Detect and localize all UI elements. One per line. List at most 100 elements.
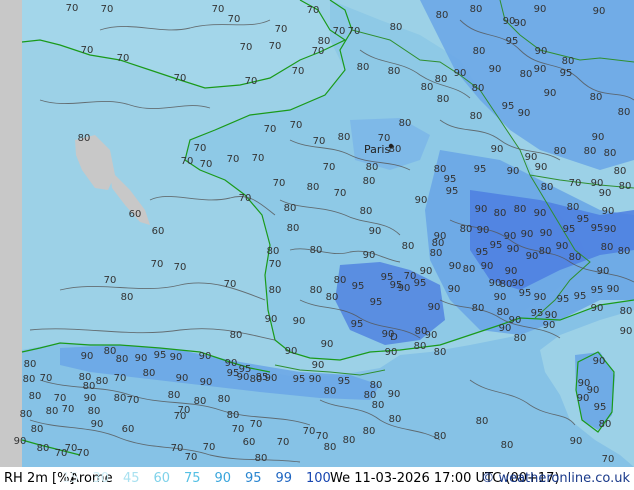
- contour-label: 80: [599, 419, 612, 430]
- contour-label: 90: [526, 251, 539, 262]
- contour-label: 80: [96, 376, 109, 387]
- contour-label: 70: [312, 46, 325, 57]
- contour-label: 80: [334, 275, 347, 286]
- legend-value: 15: [62, 471, 79, 486]
- contour-label: 70: [171, 443, 184, 454]
- legend-value: 90: [214, 471, 232, 486]
- contour-label: 95: [444, 174, 457, 185]
- contour-label: 90: [481, 261, 494, 272]
- contour-label: 70: [185, 452, 198, 463]
- contour-label: 95: [557, 294, 570, 305]
- contour-label: 90: [200, 377, 213, 388]
- credit-link[interactable]: © weatheronline.co.uk: [481, 471, 630, 486]
- contour-label: 90: [475, 204, 488, 215]
- contour-label: 95: [293, 374, 306, 385]
- contour-label: 80: [463, 264, 476, 275]
- humidity-map: 70 70 70 70 70 70 70 70 80 70 70 70 70 70 70 70 70 80 80 80…: [0, 0, 634, 467]
- contour-label: 70: [224, 279, 237, 290]
- contour-label: 90: [593, 6, 606, 17]
- contour-label: 80: [620, 306, 633, 317]
- contour-label: 90: [199, 351, 212, 362]
- contour-label: 80: [20, 409, 33, 420]
- contour-label: 90: [491, 144, 504, 155]
- contour-label: 70: [62, 404, 75, 415]
- contour-label: 80: [324, 442, 337, 453]
- contour-label: 95: [370, 297, 383, 308]
- contour-label: 70: [174, 73, 187, 84]
- contour-label: 80: [601, 242, 614, 253]
- contour-label: 95: [560, 68, 573, 79]
- contour-label: 80: [604, 148, 617, 159]
- contour-label: 95: [351, 319, 364, 330]
- contour-label: 80: [569, 252, 582, 263]
- contour-label: 90: [81, 351, 94, 362]
- contour-label: 80: [390, 22, 403, 33]
- contour-label: 80: [472, 303, 485, 314]
- contour-label: 90: [449, 261, 462, 272]
- contour-label: 70: [117, 53, 130, 64]
- color-legend: 15 30 45 60 75 90 95 99 100: [62, 471, 337, 486]
- contour-label: 80: [619, 181, 632, 192]
- contour-label: 90: [420, 266, 433, 277]
- contour-label: 70: [101, 4, 114, 15]
- contour-label: 95: [519, 288, 532, 299]
- contour-label: 95: [591, 223, 604, 234]
- contour-label: 90: [14, 436, 27, 447]
- contour-label: 70: [264, 124, 277, 135]
- contour-label: D: [390, 332, 398, 343]
- legend-value: 30: [92, 471, 110, 486]
- contour-label: 90: [521, 229, 534, 240]
- contour-label: 80: [23, 374, 36, 385]
- contour-label: 90: [620, 326, 633, 337]
- contour-label: 80: [470, 111, 483, 122]
- contour-label: 95: [577, 214, 590, 225]
- contour-label: 80: [255, 453, 268, 464]
- contour-label: 60: [122, 424, 135, 435]
- contour-label: 70: [203, 442, 216, 453]
- contour-label: 70: [602, 454, 615, 465]
- contour-label: 70: [307, 5, 320, 16]
- contour-label: 95: [490, 240, 503, 251]
- contour-label: 80: [500, 279, 513, 290]
- contour-label: 90: [385, 347, 398, 358]
- contour-label: 80: [310, 285, 323, 296]
- contour-label: 90: [265, 373, 278, 384]
- contour-label: 80: [357, 62, 370, 73]
- contour-label: 90: [309, 374, 322, 385]
- credit-text[interactable]: © weatheronline.co.uk: [481, 471, 630, 486]
- contour-label: 90: [505, 266, 518, 277]
- contour-label: 80: [562, 56, 575, 67]
- footer-bar: RH 2m [%] Arome 15 30 45 60 75 90 95 99 100 We 1…: [0, 467, 634, 490]
- contour-label: 90: [602, 206, 615, 217]
- contour-label: 80: [437, 94, 450, 105]
- contour-label: 90: [293, 316, 306, 327]
- contour-label: 90: [604, 224, 617, 235]
- contour-label: 90: [514, 18, 527, 29]
- contour-label: 95: [563, 224, 576, 235]
- contour-label: 90: [428, 302, 441, 313]
- contour-label: 70: [334, 188, 347, 199]
- contour-label: 80: [567, 202, 580, 213]
- contour-label: 70: [569, 178, 582, 189]
- contour-label: 70: [174, 411, 187, 422]
- contour-label: 90: [415, 195, 428, 206]
- contour-label: 90: [507, 244, 520, 255]
- contour-label: 80: [584, 146, 597, 157]
- contour-label: 70: [227, 154, 240, 165]
- contour-label: 80: [366, 162, 379, 173]
- no-data-strip: [0, 0, 22, 467]
- contour-label: 70: [228, 14, 241, 25]
- contour-label: 70: [269, 259, 282, 270]
- contour-label: 80: [514, 333, 527, 344]
- contour-label: 90: [504, 231, 517, 242]
- contour-label: 90: [570, 436, 583, 447]
- contour-label: 80: [287, 223, 300, 234]
- contour-label: 80: [501, 440, 514, 451]
- contour-label: 80: [514, 204, 527, 215]
- contour-label: 90: [591, 303, 604, 314]
- contour-label: 95: [506, 36, 519, 47]
- contour-label: 80: [497, 307, 510, 318]
- contour-label: 90: [494, 292, 507, 303]
- contour-label: 70: [323, 162, 336, 173]
- contour-label: 95: [531, 308, 544, 319]
